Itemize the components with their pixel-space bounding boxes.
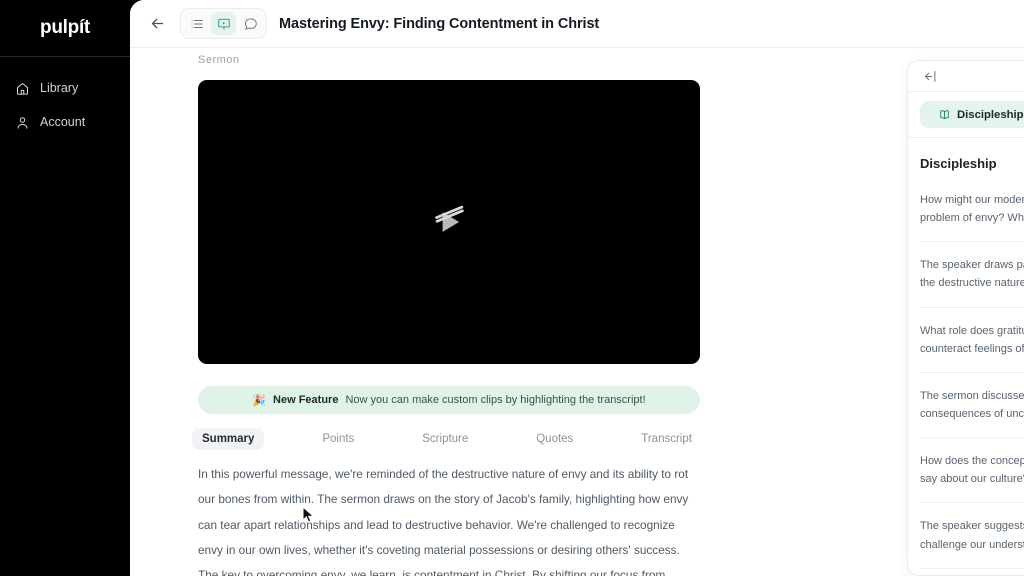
home-icon <box>14 80 30 96</box>
person-icon <box>14 114 30 130</box>
brand-logo-text: pulpít <box>40 17 90 38</box>
question-line-1: How does the concept of 'keeping up with… <box>920 455 1024 468</box>
question-line-1: What role does gratitude play in cultiva… <box>920 324 1024 337</box>
tab-scripture[interactable]: Scripture <box>412 428 478 450</box>
view-toggle-list[interactable] <box>184 12 209 35</box>
right-panel: Discipleship Social Discipleship How mig… <box>907 60 1024 576</box>
main-pane: Mastering Envy: Finding Contentment in C… <box>130 0 1024 576</box>
tab-summary[interactable]: Summary <box>192 428 265 450</box>
question-line-1: The speaker draws parallels between envy… <box>920 259 1024 272</box>
chat-bubble-icon <box>244 18 257 30</box>
right-panel-tabs: Discipleship Social <box>908 92 1024 138</box>
question-line-1: How might our modern culture, with its e… <box>920 194 1024 206</box>
content-tabs: Summary Points Scripture Quotes Transcri… <box>192 428 702 450</box>
back-button[interactable] <box>146 13 168 35</box>
list-item[interactable]: The speaker draws parallels between envy… <box>920 242 1024 308</box>
question-line-2: challenge our understanding of happiness… <box>920 538 1024 551</box>
new-feature-message: Now you can make custom clips by highlig… <box>345 394 646 406</box>
question-line-2: say about our culture's relationship wit… <box>920 473 1024 486</box>
collapse-panel-button[interactable] <box>920 66 940 86</box>
right-panel-heading: Discipleship <box>920 156 997 171</box>
list-item[interactable]: The sermon discusses several biblical ex… <box>920 373 1024 439</box>
tab-points[interactable]: Points <box>312 428 364 450</box>
question-line-1: The sermon discusses several biblical ex… <box>920 389 1024 402</box>
question-line-2: problem of envy? What are some practical… <box>920 212 1024 225</box>
question-line-2: the destructive nature of envy in our sp… <box>920 277 1024 290</box>
view-toggle-group <box>180 8 267 39</box>
question-line-1: The speaker suggests that nothing in thi… <box>920 520 1024 533</box>
collapse-panel-left-icon <box>924 70 935 82</box>
list-item[interactable]: The speaker suggests that nothing in thi… <box>920 503 1024 569</box>
view-toggle-media[interactable] <box>211 12 236 35</box>
new-feature-banner: 🎉 New Feature Now you can make custom cl… <box>198 386 700 414</box>
sidebar-item-library-label: Library <box>40 81 79 95</box>
arrow-left-icon <box>151 18 163 29</box>
app-root: pulpít Library Account Mastering Envy: F… <box>0 0 1024 576</box>
presentation-play-icon <box>217 18 230 30</box>
sidebar-item-account-label: Account <box>40 115 86 129</box>
discipleship-question-list: How might our modern culture, with its e… <box>908 177 1024 575</box>
view-toggle-chat[interactable] <box>238 12 263 35</box>
list-item[interactable]: How might our modern culture, with its e… <box>920 177 1024 243</box>
content-row: Sermon 🎉 New Feature Now you can make cu… <box>130 48 1024 576</box>
main-scroll-column: Sermon 🎉 New Feature Now you can make cu… <box>130 48 778 576</box>
new-feature-badge: New Feature <box>273 394 339 406</box>
list-item[interactable]: What role does gratitude play in cultiva… <box>920 308 1024 373</box>
list-item[interactable]: What is the relationship between envy an… <box>920 569 1024 575</box>
video-player[interactable] <box>198 80 700 364</box>
question-line-2: consequences of unchecked envy in famili… <box>920 407 1024 420</box>
scroll-inner: Sermon 🎉 New Feature Now you can make cu… <box>130 54 778 576</box>
right-panel-header <box>908 61 1024 92</box>
right-tab-discipleship[interactable]: Discipleship <box>920 101 1024 128</box>
tab-quotes[interactable]: Quotes <box>526 428 583 450</box>
section-label: Sermon <box>198 54 240 66</box>
brand-logo[interactable]: pulpít <box>0 0 130 56</box>
sidebar: pulpít Library Account <box>0 0 130 576</box>
party-popper-icon: 🎉 <box>252 394 267 407</box>
summary-text: In this powerful message, we're reminded… <box>198 467 689 576</box>
open-book-icon <box>940 110 949 119</box>
right-tab-discipleship-label: Discipleship <box>957 108 1024 121</box>
sidebar-divider <box>0 56 130 57</box>
play-slash-icon <box>435 205 464 232</box>
tab-transcript[interactable]: Transcript <box>631 428 702 450</box>
top-bar: Mastering Envy: Finding Contentment in C… <box>130 0 1024 48</box>
sidebar-item-account[interactable]: Account <box>0 105 130 139</box>
sidebar-item-library[interactable]: Library <box>0 71 130 105</box>
page-title: Mastering Envy: Finding Contentment in C… <box>279 15 600 32</box>
list-item[interactable]: How does the concept of 'keeping up with… <box>920 438 1024 504</box>
list-icon <box>191 19 203 28</box>
question-line-2: counteract feelings of envy? <box>920 342 1024 355</box>
